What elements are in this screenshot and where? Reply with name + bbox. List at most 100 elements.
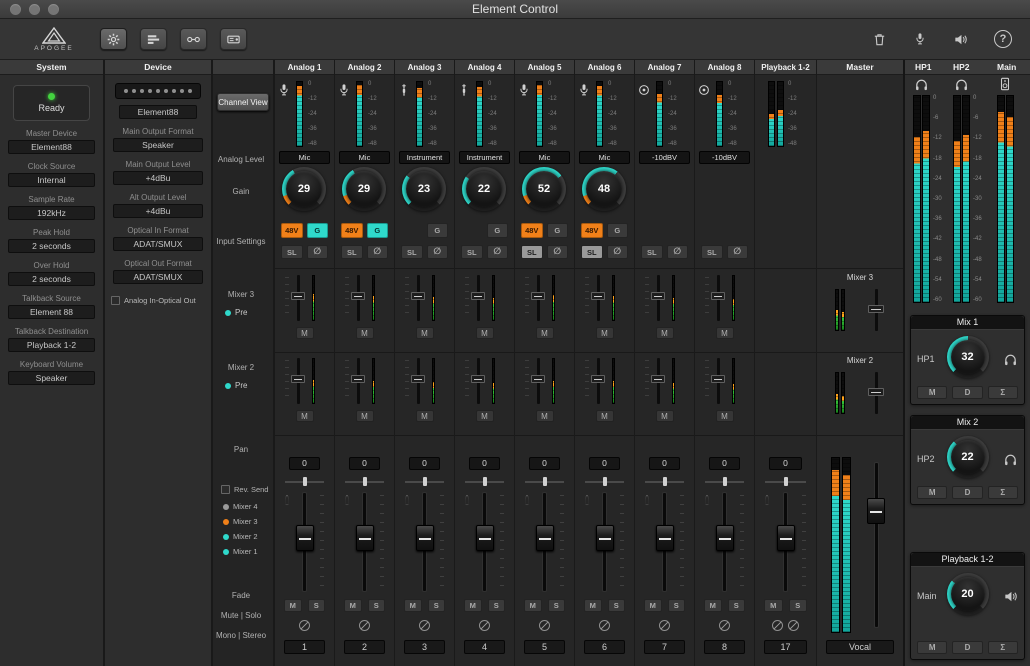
monitor-level-knob[interactable]: 22 [947,436,989,478]
mix-dim-button[interactable]: D [952,486,982,499]
phase-button[interactable]: ∅ [667,245,689,259]
phase-button[interactable]: ∅ [367,245,389,259]
soft-limit-button[interactable]: SL [701,245,723,259]
phantom-power-button[interactable]: 48V [281,223,303,238]
field-value-talkback-destination[interactable]: Playback 1-2 [8,338,95,352]
analog-in-optical-out-checkbox[interactable]: Analog In-Optical Out [111,296,205,305]
mute-button[interactable]: M [356,327,374,339]
phase-button[interactable]: ∅ [547,245,569,259]
mono-stereo-button[interactable] [788,620,799,631]
toolbar-help-button[interactable]: ? [994,30,1012,48]
phantom-power-button[interactable]: 48V [581,223,603,238]
pan-slider[interactable] [525,477,564,486]
mute-button[interactable]: M [284,599,302,612]
mix-sum-button[interactable]: Σ [988,641,1018,654]
input-type-select[interactable]: Mic [579,151,630,164]
pan-thumb[interactable] [363,477,367,486]
soft-limit-button[interactable]: SL [281,245,303,259]
solo-button[interactable]: S [308,599,326,612]
field-value-main-output-level[interactable]: +4dBu [113,171,203,185]
pan-slider[interactable] [345,477,384,486]
soft-limit-button[interactable]: SL [341,245,363,259]
toolbar-routing-button[interactable] [180,28,207,50]
pan-thumb[interactable] [784,477,788,486]
pan-thumb[interactable] [483,477,487,486]
fader-thumb[interactable] [651,292,665,300]
mono-stereo-button[interactable] [599,620,610,631]
mix-dim-button[interactable]: D [952,386,982,399]
mute-button[interactable]: M [296,410,314,422]
solo-button[interactable]: S [728,599,746,612]
mono-stereo-button[interactable] [479,620,490,631]
gain-knob[interactable]: 48 [582,167,626,211]
pan-thumb[interactable] [603,477,607,486]
pan-thumb[interactable] [423,477,427,486]
mute-button[interactable]: M [716,327,734,339]
pan-thumb[interactable] [303,477,307,486]
mix-mute-button[interactable]: M [917,386,947,399]
mono-stereo-button[interactable] [719,620,730,631]
mute-button[interactable]: M [536,327,554,339]
mute-button[interactable]: M [704,599,722,612]
mute-button[interactable]: M [644,599,662,612]
field-value-sample-rate[interactable]: 192kHz [8,206,95,220]
fader-thumb[interactable] [711,375,725,383]
mix-mute-button[interactable]: M [917,641,947,654]
channel-view-button[interactable]: Channel View [217,93,269,111]
toolbar-talkback-button[interactable] [913,32,927,46]
mono-stereo-button[interactable] [299,620,310,631]
pan-slider[interactable] [585,477,624,486]
fader-thumb[interactable] [531,375,545,383]
mute-button[interactable]: M [656,327,674,339]
fader-thumb[interactable] [536,525,554,551]
fader-thumb[interactable] [868,388,884,396]
field-value-keyboard-volume[interactable]: Speaker [8,371,95,385]
mute-button[interactable]: M [464,599,482,612]
pan-thumb[interactable] [723,477,727,486]
fader-thumb[interactable] [356,525,374,551]
soft-limit-button[interactable]: SL [581,245,603,259]
phase-button[interactable]: ∅ [307,245,329,259]
mix-sum-button[interactable]: Σ [988,486,1018,499]
mute-button[interactable]: M [596,410,614,422]
mute-button[interactable]: M [296,327,314,339]
field-value-optical-out-format[interactable]: ADAT/SMUX [113,270,203,284]
field-value-peak-hold[interactable]: 2 seconds [8,239,95,253]
solo-button[interactable]: S [428,599,446,612]
group-button[interactable]: G [607,223,629,238]
input-type-select[interactable]: -10dBV [639,151,690,164]
monitor-level-knob[interactable]: 20 [947,573,989,615]
fader-thumb[interactable] [291,292,305,300]
mute-button[interactable]: M [476,327,494,339]
gain-knob[interactable]: 23 [402,167,446,211]
mute-button[interactable]: M [344,599,362,612]
fader-thumb[interactable] [591,375,605,383]
input-type-select[interactable]: Mic [519,151,570,164]
mixer-select-mixer-4[interactable]: Mixer 4 [223,502,258,511]
mute-button[interactable]: M [356,410,374,422]
fader-thumb[interactable] [868,305,884,313]
mixer3-pre-toggle[interactable]: Pre [225,308,247,317]
group-button[interactable]: G [367,223,389,238]
minimize-window-button[interactable] [29,4,40,15]
mono-stereo-button[interactable] [359,620,370,631]
mix-sum-button[interactable]: Σ [988,386,1018,399]
mixer-select-mixer-2[interactable]: Mixer 2 [223,532,258,541]
pan-slider[interactable] [405,477,444,486]
mixer2-pre-toggle[interactable]: Pre [225,381,247,390]
mute-button[interactable]: M [416,410,434,422]
soft-limit-button[interactable]: SL [401,245,423,259]
pan-slider[interactable] [285,477,324,486]
fader-thumb[interactable] [351,292,365,300]
mute-button[interactable]: M [524,599,542,612]
mute-button[interactable]: M [416,327,434,339]
phase-button[interactable]: ∅ [487,245,509,259]
device-name-selector[interactable]: Element88 [119,105,197,119]
toolbar-meters-button[interactable] [140,28,167,50]
mute-button[interactable]: M [404,599,422,612]
fader-thumb[interactable] [411,375,425,383]
pan-slider[interactable] [645,477,684,486]
fader-thumb[interactable] [471,375,485,383]
toolbar-speaker-button[interactable] [953,32,968,47]
fader-thumb[interactable] [411,292,425,300]
